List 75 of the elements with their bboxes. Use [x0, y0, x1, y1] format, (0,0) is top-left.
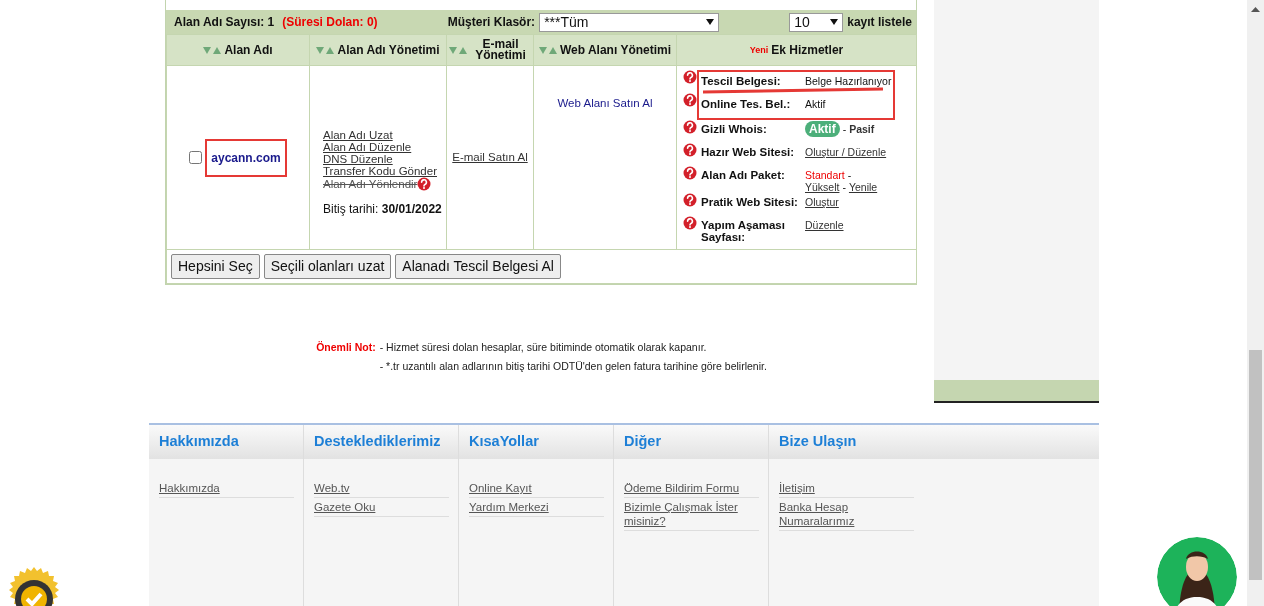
- help-icon: [683, 166, 697, 180]
- management-link[interactable]: DNS Düzenle: [323, 153, 393, 165]
- column-header[interactable]: Alan Adı: [166, 34, 310, 66]
- service-status: Aktif: [805, 98, 826, 110]
- service-label: Pratik Web Sitesi:: [701, 195, 799, 208]
- footer-heading: Diğer: [614, 425, 768, 459]
- footer-link[interactable]: Bizimle Çalışmak İster misiniz?: [624, 498, 759, 531]
- footer-link[interactable]: Web.tv: [314, 479, 449, 498]
- per-page-select[interactable]: 10: [789, 12, 844, 32]
- status-option[interactable]: Pasif: [849, 123, 875, 135]
- footer-heading: Bize Ulaşın: [769, 425, 1099, 459]
- help-icon: [683, 120, 697, 134]
- service-label: Online Tes. Bel.:: [701, 97, 792, 110]
- action-button[interactable]: Alanadı Tescil Belgesi Al: [395, 254, 561, 279]
- service-label: Gizli Whois:: [701, 122, 768, 135]
- folder-label: Müşteri Klasör:: [447, 14, 536, 31]
- footer-link[interactable]: İletişim: [779, 479, 914, 498]
- scrollbar[interactable]: [1247, 0, 1264, 606]
- note-text: - Hizmet süresi dolan hesaplar, süre bitiminde otomatik olarak kapanır.: [379, 340, 708, 355]
- note-label: Önemli Not:: [316, 340, 376, 355]
- expiry-label: Bitiş tarihi:: [323, 202, 379, 216]
- help-icon: [683, 193, 697, 207]
- package-name: Standart: [805, 169, 845, 181]
- help-icon: [683, 70, 697, 84]
- separator: -: [842, 123, 847, 135]
- footer-heading: Desteklediklerimiz: [304, 425, 458, 459]
- footer-heading: Hakkımızda: [149, 425, 303, 459]
- help-icon: [683, 216, 697, 230]
- folder-select[interactable]: ***Tüm: [539, 12, 720, 32]
- service-label: Alan Adı Paket:: [701, 168, 786, 181]
- service-link[interactable]: Düzenle: [805, 219, 844, 231]
- help-icon: [417, 177, 432, 191]
- service-status: Belge Hazırlanıyor: [805, 75, 892, 87]
- footer-link[interactable]: Yardım Merkezi: [469, 498, 604, 517]
- footer-heading: KısaYollar: [459, 425, 613, 459]
- scroll-up-icon: [1251, 6, 1260, 12]
- action-button[interactable]: Seçili olanları uzat: [263, 254, 392, 279]
- action-button[interactable]: Hepsini Seç: [171, 254, 260, 279]
- expired-count: (Süresi Dolan: 0): [282, 14, 378, 31]
- row-checkbox[interactable]: [189, 151, 203, 164]
- service-link[interactable]: Oluştur: [805, 196, 839, 208]
- caret-icon: [830, 19, 839, 25]
- expiry-date: 30/01/2022: [381, 202, 442, 216]
- note-text: - *.tr uzantılı alan adlarının bitiş tarihi ODTÜ'den gelen fatura tarihine göre belirlenir.: [379, 358, 767, 374]
- service-link[interactable]: Oluştur / Düzenle: [805, 146, 887, 158]
- seal-icon: [9, 567, 59, 606]
- separator: -: [847, 169, 852, 181]
- help-icon: [683, 143, 697, 157]
- column-header[interactable]: E-mail Yönetimi: [446, 34, 534, 66]
- footer-link[interactable]: Banka Hesap Numaralarımız: [779, 498, 914, 531]
- management-link[interactable]: Transfer Kodu Gönder: [323, 165, 437, 177]
- web-link[interactable]: Web Alanı Satın Al: [557, 97, 653, 109]
- help-icon: [683, 93, 697, 107]
- management-link[interactable]: Alan Adı Uzat: [323, 129, 393, 141]
- per-page-label: kayıt listele: [847, 14, 912, 31]
- domain-link[interactable]: aycann.com: [205, 138, 287, 177]
- caret-icon: [706, 19, 715, 25]
- email-link[interactable]: E-mail Satın Al: [452, 151, 528, 164]
- service-label: Hazır Web Sitesi:: [701, 145, 796, 158]
- scrollbar-thumb[interactable]: [1249, 350, 1262, 580]
- footer-link[interactable]: Gazete Oku: [314, 498, 449, 517]
- separator: -: [842, 181, 846, 193]
- column-header[interactable]: Web Alanı Yönetimi: [533, 34, 677, 66]
- management-link[interactable]: Alan Adı Düzenle: [323, 141, 412, 153]
- service-link[interactable]: Yükselt: [805, 181, 840, 193]
- new-label: Yeni: [749, 44, 769, 56]
- service-label: Tescil Belgesi:: [701, 74, 782, 87]
- footer-link[interactable]: Online Kayıt: [469, 479, 604, 498]
- footer-link[interactable]: Hakkımızda: [159, 479, 294, 498]
- service-link[interactable]: Yenile: [848, 181, 878, 193]
- column-header: Yeni Ek Hizmetler: [676, 34, 917, 66]
- service-label: Yapım Aşaması Sayfası:: [701, 218, 786, 243]
- footer-link[interactable]: Ödeme Bildirim Formu: [624, 479, 759, 498]
- column-header[interactable]: Alan Adı Yönetimi: [309, 34, 447, 66]
- domain-count: Alan Adı Sayısı: 1: [174, 14, 275, 31]
